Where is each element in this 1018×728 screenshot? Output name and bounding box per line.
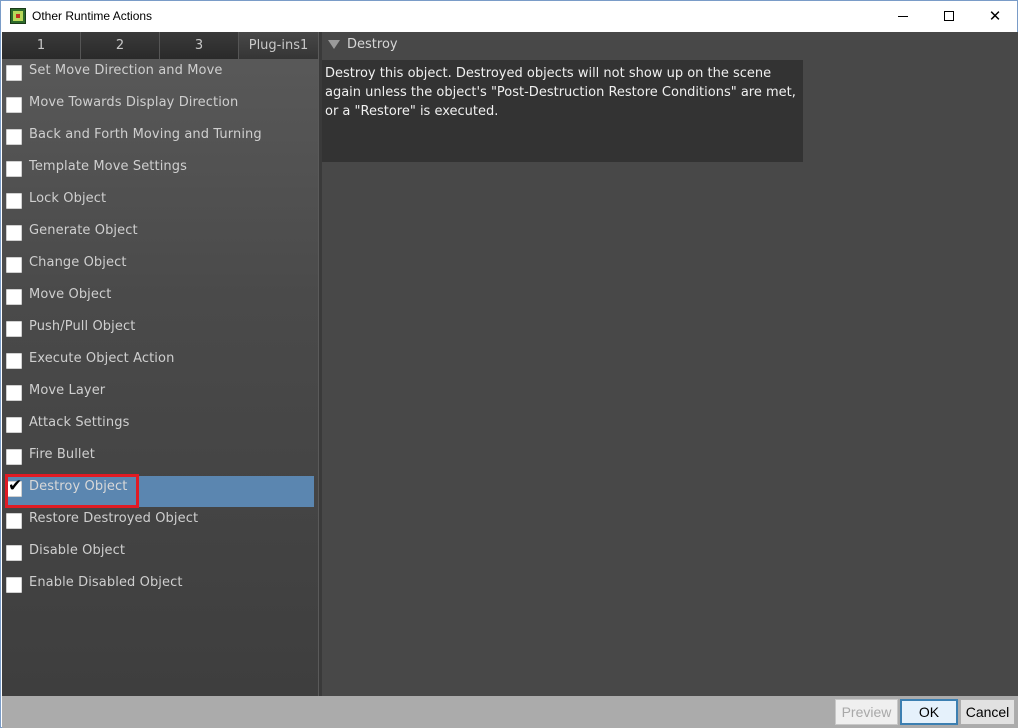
action-row-disable-object[interactable]: Disable Object [2, 539, 318, 571]
action-label: Enable Disabled Object [29, 575, 183, 590]
action-list: Set Move Direction and Move Move Towards… [2, 59, 318, 603]
action-label: Template Move Settings [29, 159, 187, 174]
action-row-enable-disabled-object[interactable]: Enable Disabled Object [2, 571, 318, 603]
section-header[interactable]: Destroy [328, 35, 398, 53]
action-label: Move Towards Display Direction [29, 95, 239, 110]
checkbox[interactable] [6, 577, 22, 593]
tab-plug-ins1[interactable]: Plug-ins1 [239, 32, 318, 59]
description-line: again unless the object's "Post-Destruct… [325, 85, 796, 100]
action-row-generate-object[interactable]: Generate Object [2, 219, 318, 251]
tab-1[interactable]: 1 [2, 32, 81, 59]
category-tabs: 1 2 3 Plug-ins1 [2, 32, 318, 59]
checkbox[interactable] [6, 225, 22, 241]
checkbox[interactable] [6, 353, 22, 369]
checkbox[interactable]: ✔ [6, 476, 23, 497]
action-label: Disable Object [29, 543, 126, 558]
action-row-lock-object[interactable]: Lock Object [2, 187, 318, 219]
checkbox[interactable] [6, 129, 22, 145]
detail-panel: Destroy Destroy this object. Destroyed o… [322, 32, 1018, 696]
action-label: Destroy Object [29, 479, 128, 494]
window-title: Other Runtime Actions [32, 9, 153, 23]
action-label: Attack Settings [29, 415, 130, 430]
action-row-attack-settings[interactable]: Attack Settings [2, 411, 318, 443]
action-label: Restore Destroyed Object [29, 511, 199, 526]
ok-button[interactable]: OK [900, 699, 958, 725]
action-row-move-layer[interactable]: Move Layer [2, 379, 318, 411]
checkbox[interactable] [6, 321, 22, 337]
client-area: 1 2 3 Plug-ins1 Set Move Direction and M… [2, 32, 1018, 696]
button-bar: Preview OK Cancel [2, 696, 1018, 728]
tab-3[interactable]: 3 [160, 32, 239, 59]
action-label: Change Object [29, 255, 127, 270]
action-row-push-pull-object[interactable]: Push/Pull Object [2, 315, 318, 347]
minimize-icon [898, 15, 908, 17]
action-row-destroy-object[interactable]: ✔ Destroy Object [2, 474, 318, 508]
action-label: Move Layer [29, 383, 106, 398]
action-row-back-and-forth[interactable]: Back and Forth Moving and Turning [2, 123, 318, 155]
checkmark-icon: ✔ [8, 476, 23, 496]
description-box: Destroy this object. Destroyed objects w… [322, 60, 803, 162]
checkbox[interactable] [6, 449, 22, 465]
checkbox[interactable] [6, 385, 22, 401]
action-label: Generate Object [29, 223, 138, 238]
action-row-template-move-settings[interactable]: Template Move Settings [2, 155, 318, 187]
action-label: Fire Bullet [29, 447, 95, 462]
checkbox[interactable] [6, 257, 22, 273]
maximize-icon [944, 11, 954, 21]
checkbox[interactable] [6, 513, 22, 529]
action-label: Move Object [29, 287, 112, 302]
action-row-change-object[interactable]: Change Object [2, 251, 318, 283]
action-row-move-object[interactable]: Move Object [2, 283, 318, 315]
title-bar[interactable]: Other Runtime Actions ✕ [1, 1, 1017, 32]
preview-button[interactable]: Preview [835, 699, 898, 725]
action-row-move-towards-display-direction[interactable]: Move Towards Display Direction [2, 91, 318, 123]
action-list-panel: 1 2 3 Plug-ins1 Set Move Direction and M… [2, 32, 318, 696]
action-label: Back and Forth Moving and Turning [29, 127, 262, 142]
action-label: Lock Object [29, 191, 107, 206]
action-row-set-move-direction[interactable]: Set Move Direction and Move [2, 59, 318, 91]
action-row-restore-destroyed-object[interactable]: Restore Destroyed Object [2, 507, 318, 539]
checkbox[interactable] [6, 417, 22, 433]
dialog-window: Other Runtime Actions ✕ 1 2 3 Plug-ins1 … [0, 0, 1018, 728]
checkbox[interactable] [6, 289, 22, 305]
action-label: Execute Object Action [29, 351, 175, 366]
checkbox[interactable] [6, 545, 22, 561]
app-icon [10, 8, 26, 24]
description-line: or a "Restore" is executed. [325, 104, 499, 119]
cancel-button[interactable]: Cancel [960, 699, 1015, 725]
checkbox[interactable] [6, 161, 22, 177]
action-label: Set Move Direction and Move [29, 63, 223, 78]
close-button[interactable]: ✕ [972, 1, 1018, 31]
action-row-execute-object-action[interactable]: Execute Object Action [2, 347, 318, 379]
collapse-caret-icon[interactable] [328, 39, 340, 49]
maximize-button[interactable] [926, 1, 972, 31]
tab-2[interactable]: 2 [81, 32, 160, 59]
action-label: Push/Pull Object [29, 319, 136, 334]
checkbox[interactable] [6, 97, 22, 113]
minimize-button[interactable] [880, 1, 926, 31]
checkbox[interactable] [6, 193, 22, 209]
section-title: Destroy [347, 36, 398, 52]
close-icon: ✕ [988, 6, 1002, 25]
description-line: Destroy this object. Destroyed objects w… [325, 66, 772, 81]
checkbox[interactable] [6, 65, 22, 81]
action-row-fire-bullet[interactable]: Fire Bullet [2, 443, 318, 475]
